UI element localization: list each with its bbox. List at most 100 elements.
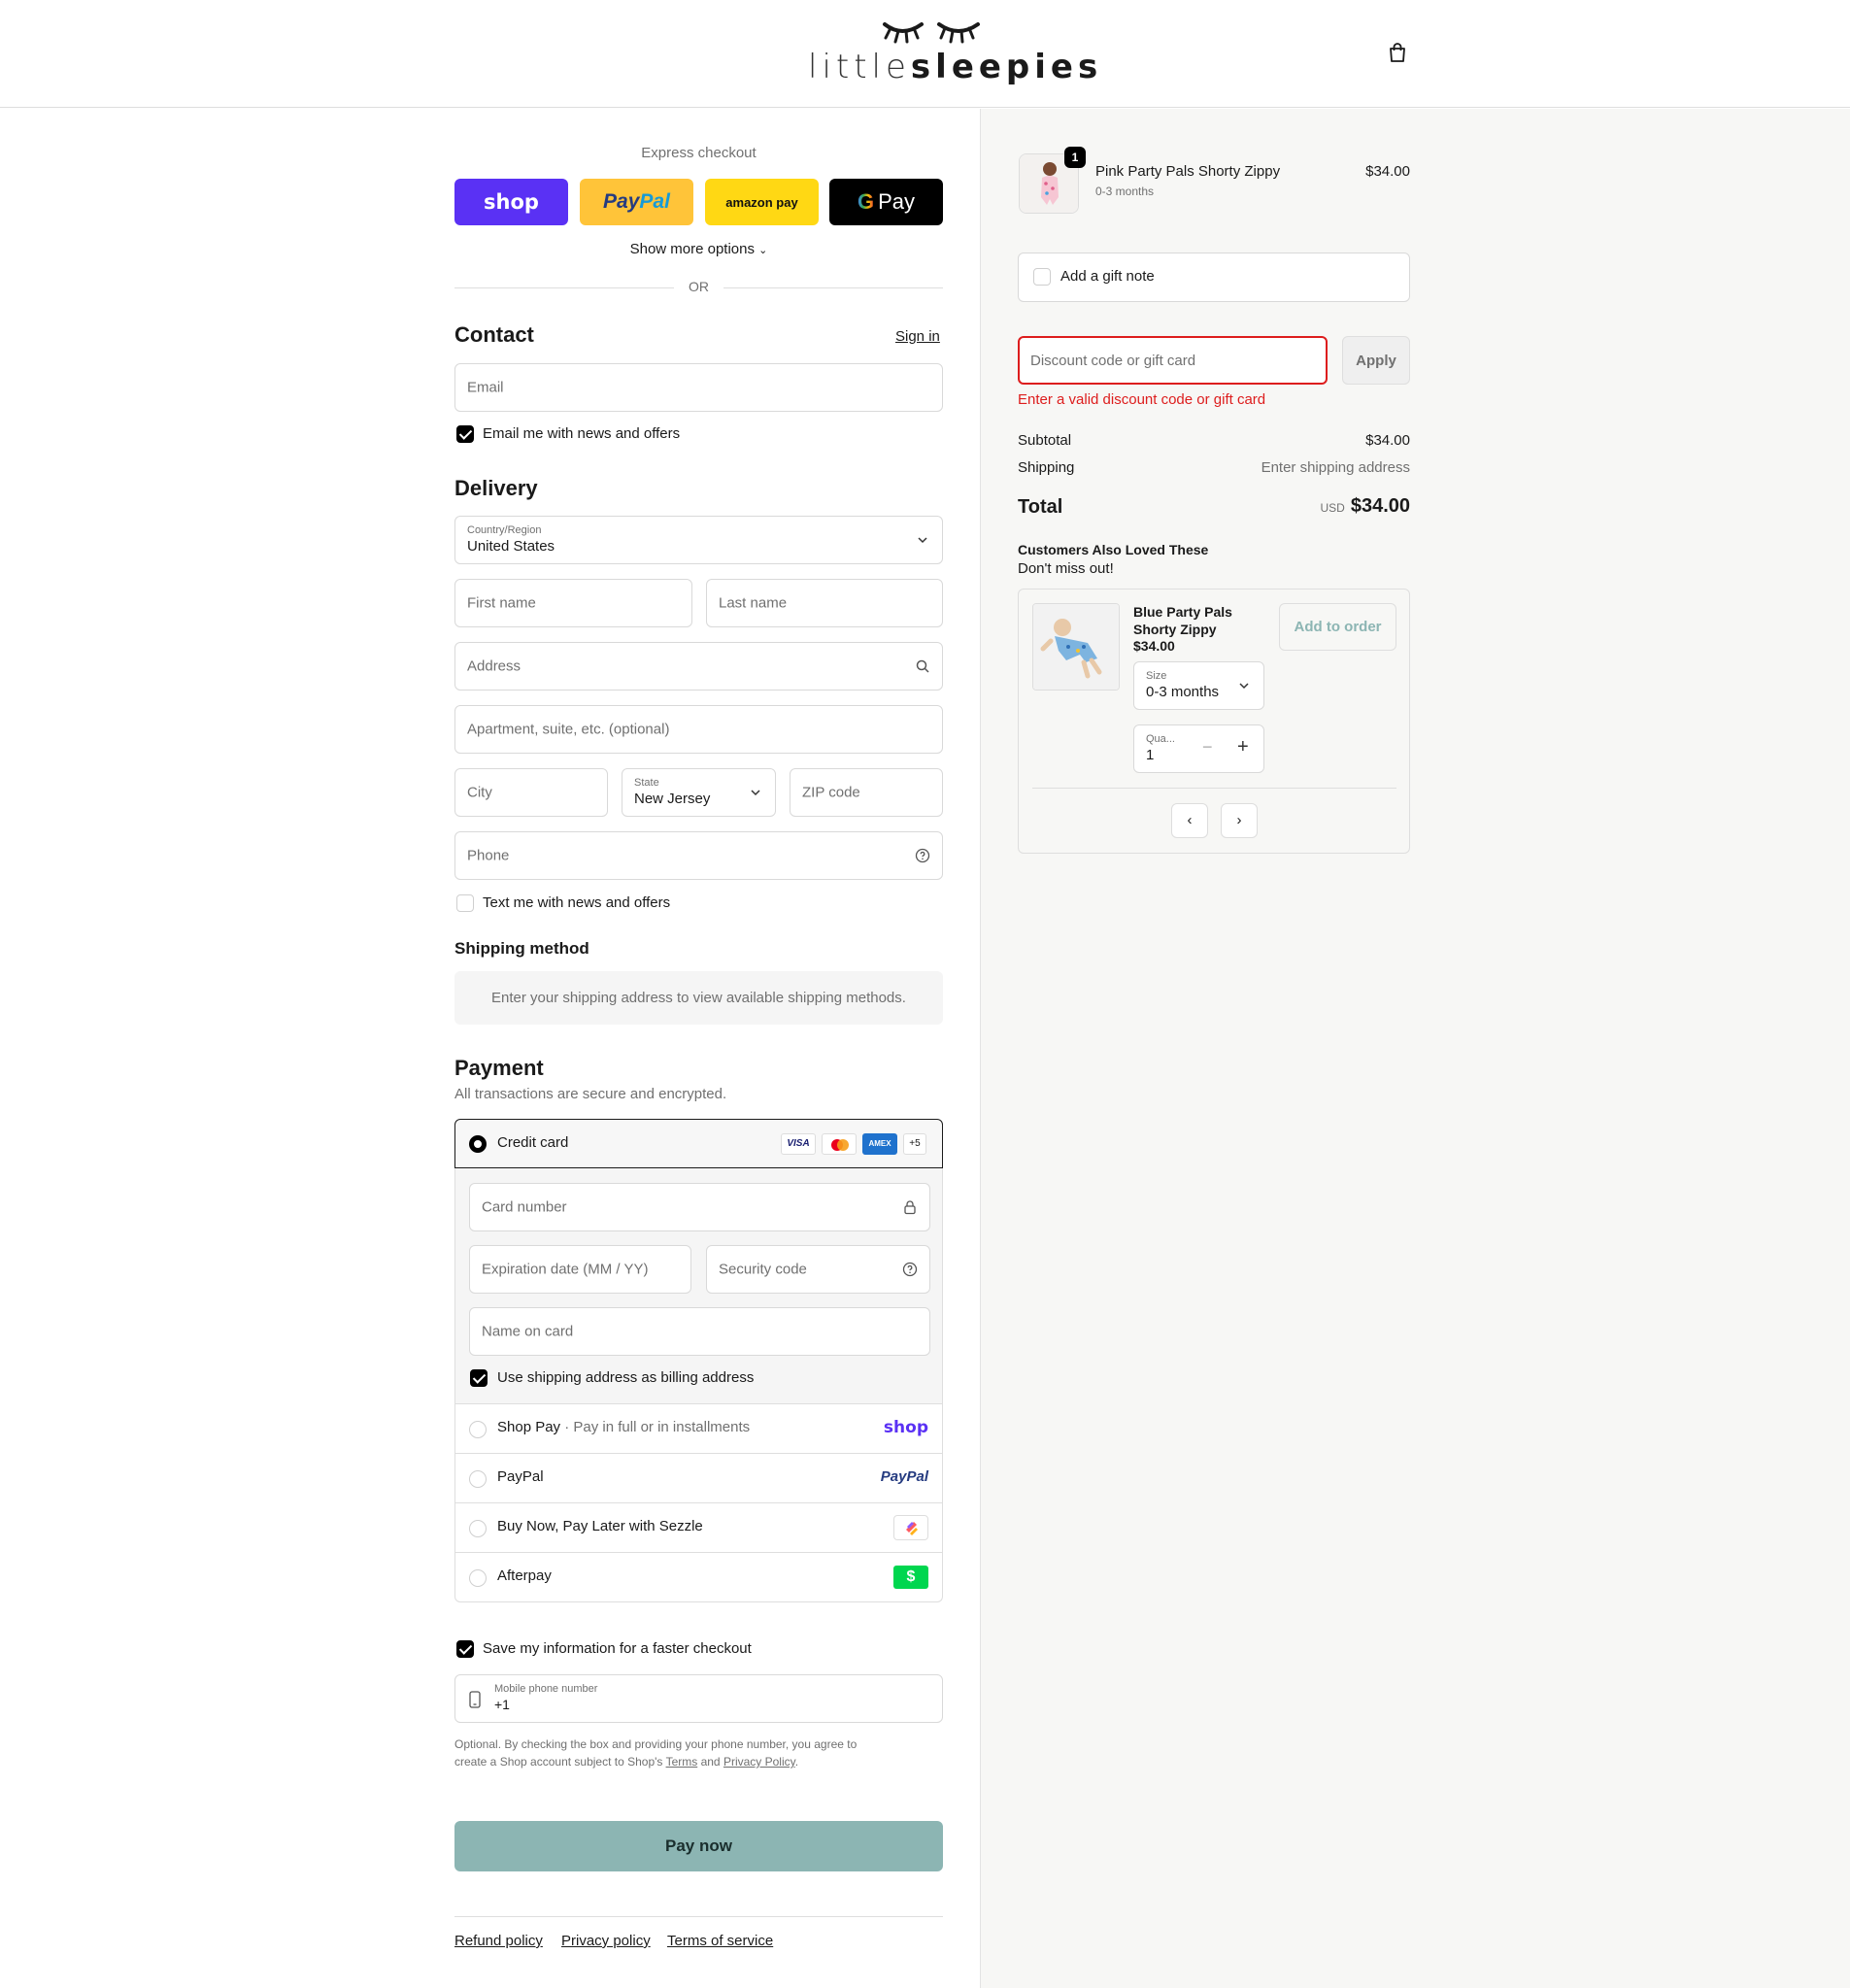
shop-terms-link[interactable]: Terms xyxy=(666,1755,698,1769)
zip-placeholder: ZIP code xyxy=(802,784,860,801)
order-item-price: $34.00 xyxy=(1365,163,1410,180)
email-news-label: Email me with news and offers xyxy=(483,425,681,442)
delivery-heading: Delivery xyxy=(454,476,538,500)
phone-field[interactable]: Phone xyxy=(454,831,943,880)
google-pay-express-button[interactable]: G Pay xyxy=(829,179,943,225)
gift-note-label: Add a gift note xyxy=(1060,268,1155,285)
mobile-phone-icon xyxy=(469,1691,481,1708)
sezzle-logo-icon xyxy=(893,1515,928,1540)
pay-now-button[interactable]: Pay now xyxy=(454,1821,943,1871)
or-divider-right xyxy=(723,287,943,288)
brand-logo[interactable]: littlesleepies xyxy=(808,15,1097,92)
shop-pay-option[interactable]: Shop Pay · Pay in full or in installment… xyxy=(454,1404,943,1454)
carousel-next-button[interactable]: › xyxy=(1221,803,1258,838)
save-info-checkbox[interactable] xyxy=(456,1640,474,1658)
city-field[interactable]: City xyxy=(454,768,608,817)
afterpay-option[interactable]: Afterpay $ xyxy=(454,1553,943,1602)
upsell-product-name[interactable]: Blue Party Pals Shorty Zippy xyxy=(1133,603,1232,638)
first-name-placeholder: First name xyxy=(467,594,536,612)
apply-discount-button[interactable]: Apply xyxy=(1342,336,1410,385)
state-select[interactable]: State New Jersey xyxy=(622,768,776,817)
size-label: Size xyxy=(1146,670,1167,682)
shipping-value: Enter shipping address xyxy=(1261,459,1410,476)
city-placeholder: City xyxy=(467,784,492,801)
email-placeholder: Email xyxy=(467,379,504,396)
paypal-logo: PayPal xyxy=(880,1468,928,1485)
apply-label: Apply xyxy=(1356,352,1396,369)
gift-note-checkbox[interactable] xyxy=(1033,268,1051,286)
upsell-product-price: $34.00 xyxy=(1133,638,1175,654)
billing-same-label: Use shipping address as billing address xyxy=(497,1369,755,1386)
help-circle-icon[interactable] xyxy=(915,848,930,863)
credit-card-radio[interactable] xyxy=(469,1135,487,1153)
upsell-title: Customers Also Loved These xyxy=(1018,542,1209,557)
first-name-field[interactable]: First name xyxy=(454,579,692,627)
email-field[interactable]: Email xyxy=(454,363,943,412)
country-select[interactable]: Country/Region United States xyxy=(454,516,943,564)
plus-icon[interactable]: + xyxy=(1237,736,1249,758)
afterpay-radio[interactable] xyxy=(469,1569,487,1587)
search-icon xyxy=(916,659,929,673)
chevron-right-icon: › xyxy=(1236,812,1242,828)
chevron-down-icon xyxy=(751,790,760,796)
security-code-field[interactable]: Security code xyxy=(706,1245,930,1294)
shop-pay-radio[interactable] xyxy=(469,1421,487,1438)
upsell-carousel: Blue Party Pals Shorty Zippy $34.00 Add t… xyxy=(1018,589,1410,854)
expiration-date-field[interactable]: Expiration date (MM / YY) xyxy=(469,1245,691,1294)
mobile-phone-field[interactable]: Mobile phone number +1 xyxy=(454,1674,943,1723)
terms-of-service-link[interactable]: Terms of service xyxy=(667,1933,773,1949)
minus-icon[interactable]: − xyxy=(1202,737,1213,758)
add-to-order-label: Add to order xyxy=(1294,619,1382,635)
help-circle-icon[interactable] xyxy=(902,1262,918,1277)
last-name-field[interactable]: Last name xyxy=(706,579,943,627)
discount-code-input[interactable]: Discount code or gift card xyxy=(1018,336,1328,385)
shopping-bag-icon xyxy=(1390,43,1405,62)
mastercard-icon xyxy=(822,1133,857,1155)
privacy-policy-link[interactable]: Privacy policy xyxy=(561,1933,651,1949)
shop-pay-express-button[interactable]: shop xyxy=(454,179,568,225)
carousel-previous-button[interactable]: ‹ xyxy=(1171,803,1208,838)
apartment-field[interactable]: Apartment, suite, etc. (optional) xyxy=(454,705,943,754)
add-to-order-button[interactable]: Add to order xyxy=(1279,603,1396,651)
shop-pay-logo: shop xyxy=(484,190,539,214)
paypal-express-button[interactable]: PayPal xyxy=(580,179,693,225)
paypal-radio[interactable] xyxy=(469,1470,487,1488)
order-item-variant: 0-3 months xyxy=(1095,185,1155,198)
amex-icon: AMEX xyxy=(862,1133,897,1155)
chevron-down-icon xyxy=(1239,683,1249,690)
paypal-option[interactable]: PayPal PayPal xyxy=(454,1454,943,1503)
email-news-checkbox[interactable] xyxy=(456,425,474,443)
upsell-size-select[interactable]: Size 0-3 months xyxy=(1133,661,1264,710)
name-on-card-field[interactable]: Name on card xyxy=(469,1307,930,1356)
address-field[interactable]: Address xyxy=(454,642,943,691)
show-more-label: Show more options xyxy=(629,241,755,257)
card-number-placeholder: Card number xyxy=(482,1198,567,1216)
shop-privacy-link[interactable]: Privacy Policy xyxy=(723,1755,795,1769)
gift-note-option[interactable]: Add a gift note xyxy=(1018,253,1410,302)
zip-code-field[interactable]: ZIP code xyxy=(790,768,943,817)
or-divider-left xyxy=(454,287,674,288)
sezzle-radio[interactable] xyxy=(469,1520,487,1537)
show-more-options-button[interactable]: Show more options ⌄ xyxy=(454,241,943,257)
country-value: United States xyxy=(467,538,555,555)
text-news-checkbox[interactable] xyxy=(456,894,474,912)
mobile-phone-label: Mobile phone number xyxy=(494,1683,598,1695)
quantity-value: 1 xyxy=(1146,747,1155,763)
credit-card-option[interactable]: Credit card VISA AMEX +5 xyxy=(454,1119,943,1168)
shipping-method-notice-text: Enter your shipping address to view avai… xyxy=(491,990,906,1006)
card-number-field[interactable]: Card number xyxy=(469,1183,930,1231)
amazon-pay-express-button[interactable]: amazon pay xyxy=(705,179,819,225)
credit-card-form: Card number Expiration date (MM / YY) Se… xyxy=(454,1168,943,1404)
expiration-placeholder: Expiration date (MM / YY) xyxy=(482,1261,649,1278)
credit-card-label: Credit card xyxy=(497,1134,569,1151)
billing-same-checkbox[interactable] xyxy=(470,1369,488,1387)
upsell-quantity-stepper[interactable]: Qua... 1 − + xyxy=(1133,724,1264,773)
sezzle-option[interactable]: Buy Now, Pay Later with Sezzle xyxy=(454,1503,943,1553)
more-cards-badge: +5 xyxy=(903,1133,926,1155)
currency-code: USD xyxy=(1320,501,1345,515)
refund-policy-link[interactable]: Refund policy xyxy=(454,1933,543,1949)
cart-button[interactable] xyxy=(1387,42,1410,65)
sign-in-link[interactable]: Sign in xyxy=(895,328,940,345)
sleepy-eyes-icon xyxy=(882,22,980,44)
upsell-product-image[interactable] xyxy=(1032,603,1120,691)
